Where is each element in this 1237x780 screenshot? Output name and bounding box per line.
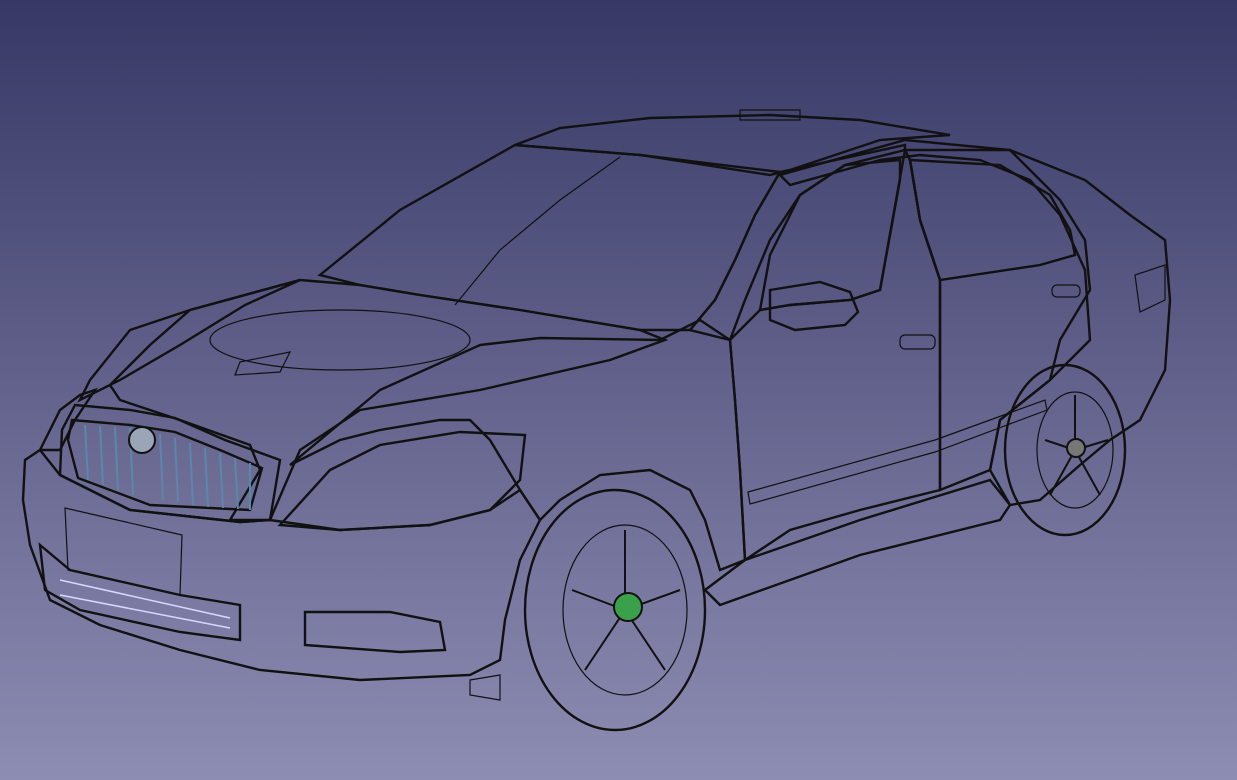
- car-3d-model[interactable]: [0, 0, 1237, 780]
- rear-quarter-panel[interactable]: [777, 138, 1172, 507]
- front-door[interactable]: [728, 146, 942, 563]
- mud-flap: [469, 674, 501, 701]
- front-wheel[interactable]: [523, 488, 707, 732]
- rear-door[interactable]: [903, 148, 1092, 492]
- a-pillar[interactable]: [687, 143, 907, 342]
- grille-bars: [84, 424, 251, 510]
- right-headlamp[interactable]: [277, 430, 527, 532]
- door-trim-strip: [747, 399, 1048, 505]
- front-door-handle[interactable]: [899, 334, 936, 350]
- side-sill: [703, 478, 1012, 607]
- windshield-seam: [454, 156, 621, 306]
- rear-lamp: [1134, 264, 1166, 313]
- lower-grille[interactable]: [38, 542, 242, 642]
- windshield[interactable]: [317, 143, 782, 332]
- grille[interactable]: [66, 418, 264, 512]
- cad-viewport[interactable]: [0, 0, 1237, 780]
- hood-emblem-outline: [209, 309, 471, 371]
- rear-door-handle[interactable]: [1051, 284, 1081, 298]
- rear-wheel[interactable]: [1003, 363, 1127, 537]
- front-bumper[interactable]: [21, 448, 542, 682]
- hood[interactable]: [108, 278, 669, 522]
- hood-vent: [234, 351, 292, 376]
- front-fender[interactable]: [289, 318, 747, 572]
- fog-lamp[interactable]: [303, 610, 447, 654]
- brand-badge: [128, 426, 156, 454]
